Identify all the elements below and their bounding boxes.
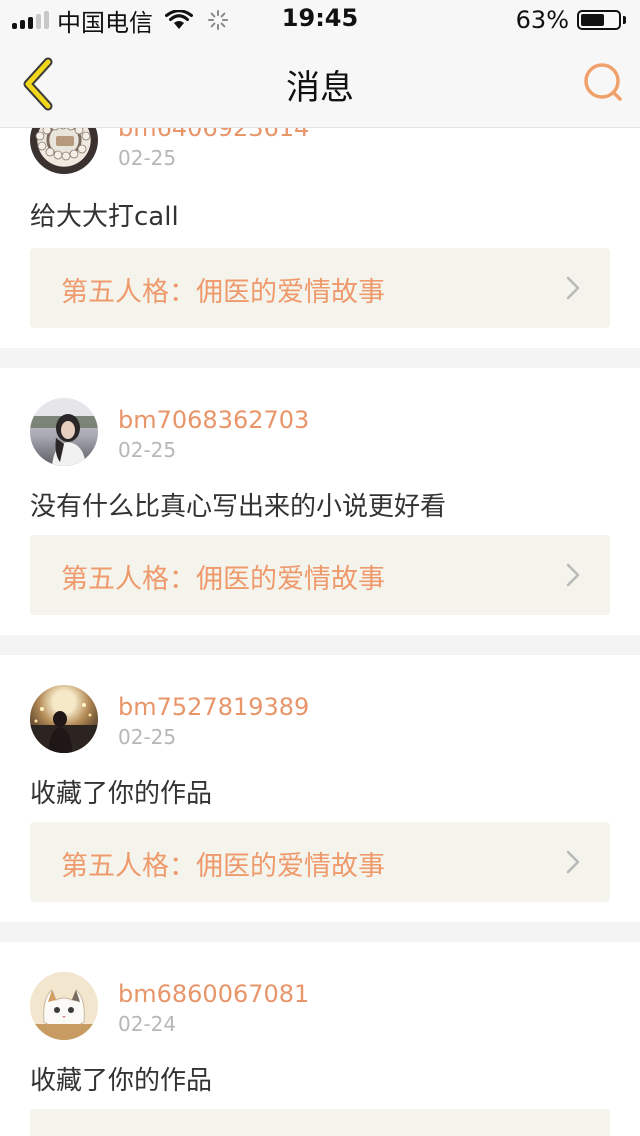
avatar[interactable] [30, 398, 98, 466]
message-card: bm7527819389 02-25 收藏了你的作品 第五人格：佣医的爱情故事 [0, 655, 640, 922]
message-card: bm7068362703 02-25 没有什么比真心写出来的小说更好看 第五人格… [0, 368, 640, 635]
work-link[interactable]: 第五人格：佣医的爱情故事 [30, 535, 610, 615]
battery-percent: 63% [515, 6, 569, 34]
avatar[interactable] [30, 972, 98, 1040]
message-date: 02-25 [118, 438, 177, 462]
card-separator [0, 922, 640, 942]
search-button[interactable] [578, 58, 628, 108]
message-date: 02-25 [118, 146, 177, 170]
page-title: 消息 [286, 68, 354, 108]
work-link[interactable] [30, 1109, 610, 1136]
nav-bar: 消息 [0, 40, 640, 128]
card-separator [0, 348, 640, 368]
username-link[interactable]: bm6860067081 [118, 980, 309, 1008]
chevron-right-icon [566, 276, 580, 300]
loading-spinner-icon [208, 10, 228, 30]
message-card: bm6406923614 02-25 给大大打call 第五人格：佣医的爱情故事 [0, 106, 640, 348]
message-text: 没有什么比真心写出来的小说更好看 [30, 492, 447, 522]
status-bar: 中国电信 19:45 63% [0, 0, 640, 40]
work-title: 第五人格：佣医的爱情故事 [61, 277, 385, 308]
carrier-name: 中国电信 [57, 8, 153, 37]
back-button[interactable] [14, 54, 66, 114]
work-link[interactable]: 第五人格：佣医的爱情故事 [30, 822, 610, 902]
battery-icon [577, 10, 621, 30]
message-card: bm6860067081 02-24 收藏了你的作品 [0, 942, 640, 1136]
card-separator [0, 635, 640, 655]
wifi-icon [165, 10, 193, 29]
work-title: 第五人格：佣医的爱情故事 [61, 851, 385, 882]
message-date: 02-25 [118, 725, 177, 749]
chevron-left-icon [23, 57, 53, 111]
avatar[interactable] [30, 685, 98, 753]
username-link[interactable]: bm7068362703 [118, 406, 309, 434]
message-text: 收藏了你的作品 [30, 779, 213, 809]
work-title: 第五人格：佣医的爱情故事 [61, 564, 385, 595]
username-link[interactable]: bm7527819389 [118, 693, 309, 721]
work-link[interactable]: 第五人格：佣医的爱情故事 [30, 248, 610, 328]
signal-strength-icon [12, 11, 49, 29]
search-icon [584, 63, 622, 101]
message-text: 给大大打call [30, 202, 179, 232]
chevron-right-icon [566, 850, 580, 874]
message-text: 收藏了你的作品 [30, 1066, 213, 1096]
chevron-right-icon [566, 563, 580, 587]
message-date: 02-24 [118, 1012, 177, 1036]
